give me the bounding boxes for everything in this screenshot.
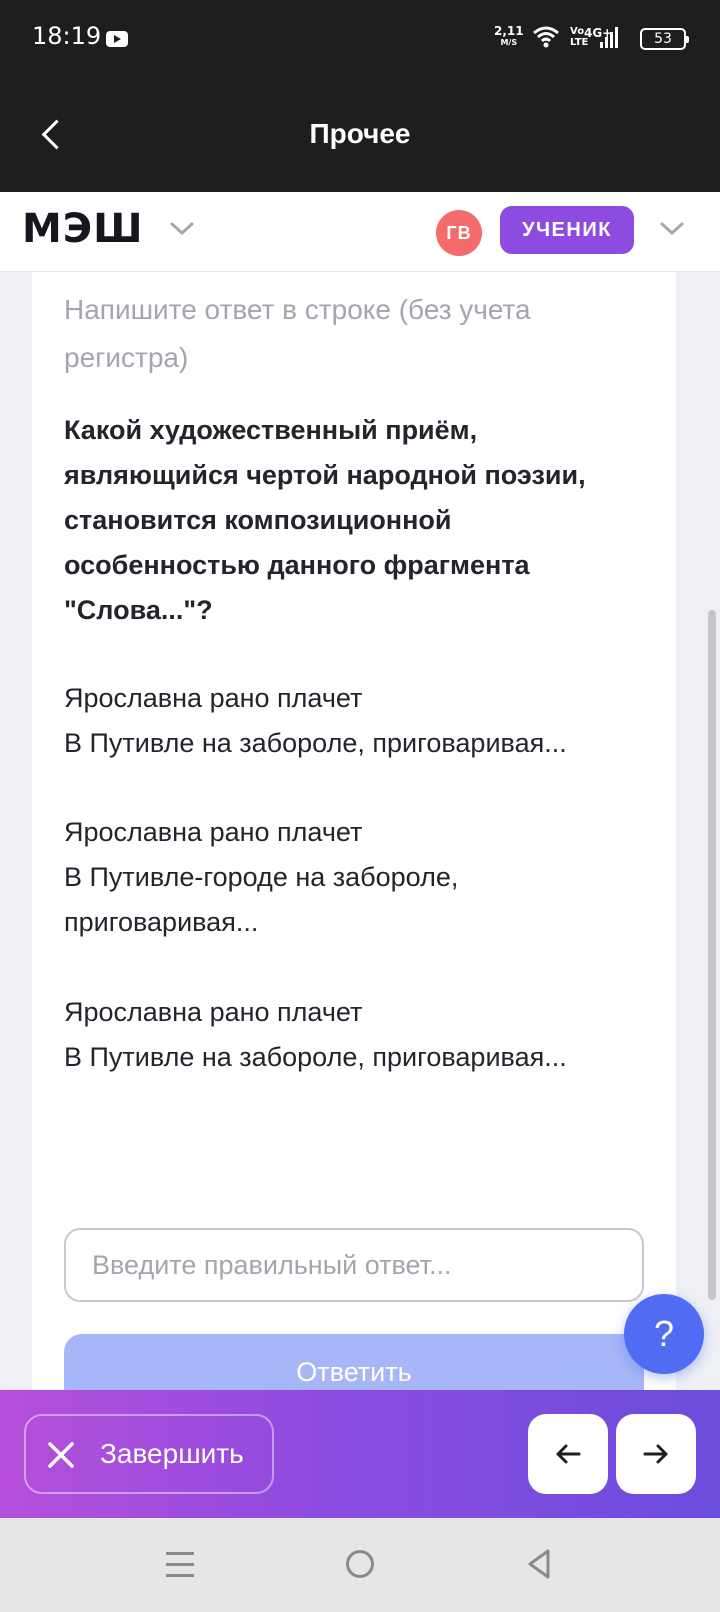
net-speed-value: 2,11 [494,24,524,38]
close-icon [48,1442,74,1468]
net-speed-unit: M/S [500,38,518,47]
action-bar: Завершить [0,1390,720,1518]
avatar[interactable]: ГВ [436,210,482,256]
status-time: 18:19 [32,22,102,50]
answer-hint: Напишите ответ в строке (без учета регис… [64,294,531,373]
stanza-line: В Путивле на забороле, приговаривая... [64,1042,567,1072]
stanza: Ярославна рано плачет В Путивле на забор… [64,676,654,766]
wifi-icon [533,26,559,48]
menu-icon[interactable] [166,1552,194,1578]
arrow-right-icon [643,1444,668,1464]
volte-line-1: Vo [570,26,585,37]
system-nav-bar [0,1518,720,1612]
finish-label: Завершить [100,1438,244,1469]
title-bar: Прочее [0,80,720,192]
question-card: Напишите ответ в строке (без учета регис… [32,272,676,1424]
finish-button[interactable]: Завершить [24,1414,274,1494]
prev-question-button[interactable] [528,1414,608,1494]
stanza-line: Ярославна рано плачет [64,817,363,847]
stanza-line: Ярославна рано плачет [64,683,363,713]
role-badge[interactable]: УЧЕНИК [500,206,634,254]
next-question-button[interactable] [616,1414,696,1494]
chevron-down-icon[interactable] [166,212,198,244]
arrow-left-icon [556,1444,581,1464]
status-bar: 18:19 2,11 M/S Vo LTE 4G+ 53 [0,0,720,80]
answer-input[interactable] [64,1228,644,1302]
battery-icon: 53 [640,28,689,50]
youtube-icon [106,31,128,47]
page-title: Прочее [309,118,411,149]
chevron-down-icon[interactable] [656,212,688,244]
help-button[interactable]: ? [624,1294,704,1374]
net-speed: 2,11 M/S [494,24,524,48]
back-icon[interactable] [526,1548,552,1580]
stanza-line: Ярославна рано плачет [64,997,363,1027]
question-text: Какой художественный приём, являющийся ч… [64,415,586,625]
stanza: Ярославна рано плачет В Путивле на забор… [64,990,654,1080]
stanza-line: В Путивле-городе на забороле, приговарив… [64,862,459,937]
stanza-line: В Путивле на забороле, приговаривая... [64,728,567,758]
scrollbar[interactable] [708,610,716,1300]
home-icon[interactable] [346,1550,374,1578]
app-header: МЭШ ГВ УЧЕНИК [0,192,720,272]
app-logo[interactable]: МЭШ [22,206,144,252]
stanza: Ярославна рано плачет В Путивле-городе н… [64,810,654,945]
